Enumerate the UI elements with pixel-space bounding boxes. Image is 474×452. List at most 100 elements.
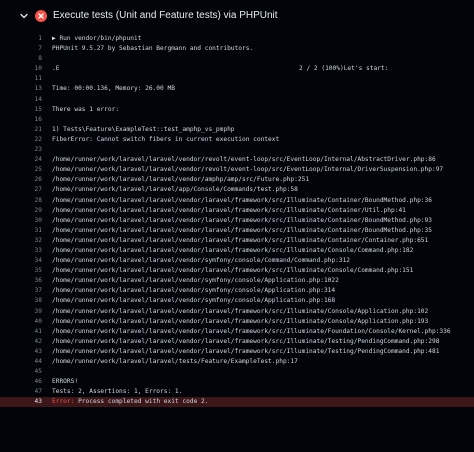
line-number[interactable]: 8 (18, 54, 42, 64)
log-text: /home/runner/work/laravel/laravel/vendor… (52, 206, 406, 214)
line-number[interactable]: 37 (18, 286, 42, 296)
log-text: /home/runner/work/laravel/laravel/vendor… (52, 337, 440, 345)
error-label: Error: (52, 398, 75, 406)
log-line: 26/home/runner/work/laravel/laravel/vend… (0, 175, 474, 185)
log-line: 10 .E 2 / 2 (100%)Let's start: (0, 64, 474, 74)
log-text: ▶ Run vendor/bin/phpunit (52, 35, 142, 42)
log-line: 37/home/runner/work/laravel/laravel/vend… (0, 286, 474, 296)
log-text: 1) Tests\Feature\ExampleTest::test_amphp… (52, 125, 235, 133)
log-line: 38/home/runner/work/laravel/laravel/vend… (0, 296, 474, 306)
log-line: 16 (0, 115, 474, 125)
line-number[interactable]: 40 (18, 317, 42, 327)
log-line: 32/home/runner/work/laravel/laravel/vend… (0, 236, 474, 246)
log-text: FiberError: Cannot switch fibers in curr… (52, 135, 280, 143)
line-number[interactable]: 43 (18, 397, 42, 407)
log-text: /home/runner/work/laravel/laravel/vendor… (52, 267, 414, 275)
log-text: /home/runner/work/laravel/laravel/vendor… (52, 236, 429, 244)
line-number[interactable]: 10 (18, 64, 42, 74)
line-number[interactable]: 14 (18, 95, 42, 105)
step-header[interactable]: Execute tests (Unit and Feature tests) v… (0, 0, 474, 32)
line-number[interactable]: 46 (18, 377, 42, 387)
line-number[interactable]: 45 (18, 367, 42, 377)
line-number[interactable]: 29 (18, 206, 42, 216)
line-number[interactable]: 22 (18, 135, 42, 145)
log-text: There was 1 error: (52, 105, 120, 113)
log-line: 43/home/runner/work/laravel/laravel/vend… (0, 347, 474, 357)
log-line: 36/home/runner/work/laravel/laravel/vend… (0, 276, 474, 286)
log-line: 27/home/runner/work/laravel/laravel/app/… (0, 185, 474, 195)
log-line: 46 ERRORS! (0, 377, 474, 387)
log-line: 28/home/runner/work/laravel/laravel/vend… (0, 196, 474, 206)
log-text: /home/runner/work/laravel/laravel/vendor… (52, 196, 432, 204)
progress-text: 2 / 2 (100%)Let's start: (299, 65, 389, 73)
log-text: /home/runner/work/laravel/laravel/vendor… (52, 277, 339, 285)
log-line: 1 ▶ Run vendor/bin/phpunit (0, 34, 474, 44)
line-number[interactable]: 23 (18, 145, 42, 155)
line-number[interactable]: 35 (18, 266, 42, 276)
log-line: 11 (0, 74, 474, 84)
log-text: /home/runner/work/laravel/laravel/vendor… (52, 257, 351, 265)
line-number[interactable]: 27 (18, 185, 42, 195)
error-message: Error: Process completed with exit code … (52, 397, 208, 407)
line-number[interactable]: 38 (18, 296, 42, 306)
log-text: Tests: 2, Assertions: 1, Errors: 1. (52, 388, 183, 396)
log-line: 24/home/runner/work/laravel/laravel/vend… (0, 155, 474, 165)
line-number[interactable]: 39 (18, 307, 42, 317)
log-line: 44/home/runner/work/laravel/laravel/test… (0, 357, 474, 367)
log-line: 29/home/runner/work/laravel/laravel/vend… (0, 206, 474, 216)
log-text: /home/runner/work/laravel/laravel/vendor… (52, 176, 310, 184)
log-line: 47 Tests: 2, Assertions: 1, Errors: 1. (0, 387, 474, 397)
log-output: 1 ▶ Run vendor/bin/phpunit 7 PHPUnit 9.5.27… (0, 34, 474, 408)
log-text: /home/runner/work/laravel/laravel/vendor… (52, 297, 336, 305)
line-number[interactable]: 41 (18, 327, 42, 337)
log-line: 41/home/runner/work/laravel/laravel/vend… (0, 327, 474, 337)
log-line: 25/home/runner/work/laravel/laravel/vend… (0, 165, 474, 175)
line-number[interactable]: 33 (18, 246, 42, 256)
line-number[interactable]: 26 (18, 175, 42, 185)
log-line: 21 1) Tests\Feature\ExampleTest::test_amp… (0, 125, 474, 135)
log-line: 35/home/runner/work/laravel/laravel/vend… (0, 266, 474, 276)
log-text: /home/runner/work/laravel/laravel/tests/… (52, 358, 298, 365)
log-line: 42/home/runner/work/laravel/laravel/vend… (0, 337, 474, 347)
log-text: /home/runner/work/laravel/laravel/app/Co… (52, 186, 298, 194)
log-text: /home/runner/work/laravel/laravel/vendor… (52, 347, 440, 355)
line-number[interactable]: 16 (18, 115, 42, 125)
log-text: /home/runner/work/laravel/laravel/vendor… (52, 327, 451, 335)
line-number[interactable]: 13 (18, 84, 42, 94)
log-text: Time: 00:00.136, Memory: 26.00 MB (52, 85, 175, 93)
line-number[interactable]: 15 (18, 105, 42, 115)
line-number[interactable]: 11 (18, 74, 42, 84)
log-line: 34/home/runner/work/laravel/laravel/vend… (0, 256, 474, 266)
line-number[interactable]: 47 (18, 387, 42, 397)
log-line: 13 Time: 00:00.136, Memory: 26.00 MB (0, 84, 474, 94)
log-text: /home/runner/work/laravel/laravel/vendor… (52, 317, 429, 325)
line-number[interactable]: 44 (18, 357, 42, 367)
log-text: .E (52, 65, 60, 73)
line-number[interactable]: 25 (18, 165, 42, 175)
line-number[interactable]: 32 (18, 236, 42, 246)
step-title: Execute tests (Unit and Feature tests) v… (53, 10, 278, 21)
log-line: 8 (0, 54, 474, 64)
line-number[interactable]: 34 (18, 256, 42, 266)
line-number[interactable]: 24 (18, 155, 42, 165)
log-line: 14 (0, 95, 474, 105)
log-text: /home/runner/work/laravel/laravel/vendor… (52, 156, 436, 164)
line-number[interactable]: 21 (18, 125, 42, 135)
line-number[interactable]: 28 (18, 196, 42, 206)
line-number[interactable]: 31 (18, 226, 42, 236)
line-number[interactable]: 43 (18, 347, 42, 357)
log-line: 45 (0, 367, 474, 377)
chevron-down-icon[interactable] (19, 11, 29, 21)
line-number[interactable]: 42 (18, 337, 42, 347)
log-line: 22 FiberError: Cannot switch fibers in cu… (0, 135, 474, 145)
log-text: /home/runner/work/laravel/laravel/vendor… (52, 307, 429, 315)
line-number[interactable]: 7 (18, 44, 42, 54)
log-line: 30/home/runner/work/laravel/laravel/vend… (0, 216, 474, 226)
log-text: PHPUnit 9.5.27 by Sebastian Bergmann and… (52, 45, 254, 53)
error-text: Process completed with exit code 2. (74, 398, 209, 406)
line-number[interactable]: 36 (18, 276, 42, 286)
line-number[interactable]: 30 (18, 216, 42, 226)
log-text: ERRORS! (52, 378, 79, 386)
log-text: /home/runner/work/laravel/laravel/vendor… (52, 287, 336, 295)
line-number[interactable]: 1 (18, 34, 42, 44)
